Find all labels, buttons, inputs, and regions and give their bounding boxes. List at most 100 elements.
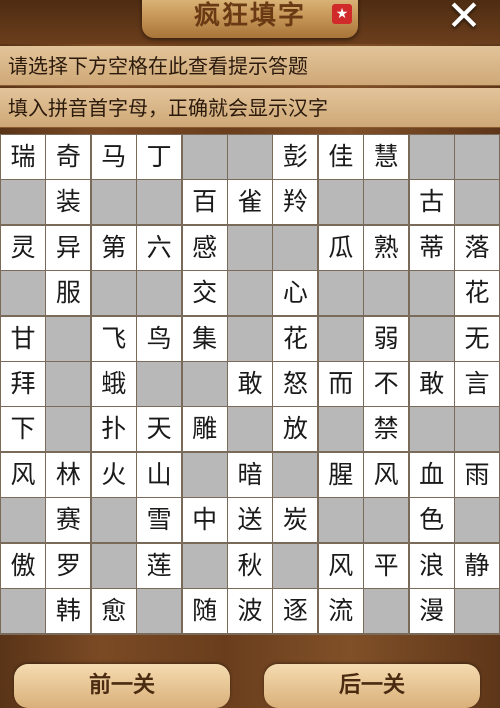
prev-level-button[interactable]: 前一关 [14, 664, 230, 708]
grid-cell-filled[interactable]: 莲 [137, 543, 182, 588]
grid-cell-filled[interactable]: 秋 [228, 543, 272, 588]
grid-cell-filled[interactable]: 心 [273, 271, 318, 316]
grid-cell-filled[interactable]: 古 [409, 180, 454, 225]
grid-cell-filled[interactable]: 血 [409, 452, 454, 497]
grid-cell-filled[interactable]: 鸟 [137, 316, 182, 361]
grid-cell-filled[interactable]: 佳 [318, 135, 363, 179]
grid-cell-filled[interactable]: 拜 [1, 362, 45, 406]
grid-cell-empty[interactable] [318, 407, 363, 452]
grid-cell-filled[interactable]: 扑 [91, 407, 136, 452]
grid-cell-empty[interactable] [137, 362, 182, 406]
grid-cell-filled[interactable]: 六 [137, 225, 182, 270]
grid-cell-empty[interactable] [91, 271, 136, 316]
grid-cell-filled[interactable]: 中 [182, 498, 227, 543]
grid-cell-filled[interactable]: 感 [182, 225, 227, 270]
grid-cell-filled[interactable]: 瓜 [318, 225, 363, 270]
grid-cell-filled[interactable]: 言 [455, 362, 499, 406]
grid-cell-empty[interactable] [364, 271, 409, 316]
grid-cell-empty[interactable] [409, 316, 454, 361]
grid-cell-filled[interactable]: 天 [137, 407, 182, 452]
grid-cell-filled[interactable]: 羚 [273, 180, 318, 225]
grid-cell-filled[interactable]: 风 [318, 543, 363, 588]
grid-cell-empty[interactable] [228, 316, 272, 361]
close-button[interactable]: ✕ [442, 0, 486, 38]
grid-cell-filled[interactable]: 炭 [273, 498, 318, 543]
grid-cell-filled[interactable]: 飞 [91, 316, 136, 361]
grid-cell-empty[interactable] [182, 362, 227, 406]
grid-cell-filled[interactable]: 山 [137, 452, 182, 497]
grid-cell-filled[interactable]: 落 [455, 225, 499, 270]
grid-cell-filled[interactable]: 火 [91, 452, 136, 497]
grid-cell-empty[interactable] [228, 225, 272, 270]
grid-cell-filled[interactable]: 平 [364, 543, 409, 588]
grid-cell-empty[interactable] [273, 543, 318, 588]
grid-cell-filled[interactable]: 丁 [137, 135, 182, 179]
grid-cell-empty[interactable] [182, 452, 227, 497]
grid-cell-filled[interactable]: 花 [455, 271, 499, 316]
grid-cell-empty[interactable] [455, 135, 499, 179]
grid-cell-empty[interactable] [318, 180, 363, 225]
grid-cell-filled[interactable]: 逐 [273, 589, 318, 633]
grid-cell-filled[interactable]: 无 [455, 316, 499, 361]
grid-cell-filled[interactable]: 韩 [46, 589, 91, 633]
grid-cell-filled[interactable]: 灵 [1, 225, 45, 270]
grid-cell-empty[interactable] [137, 180, 182, 225]
grid-cell-filled[interactable]: 腥 [318, 452, 363, 497]
grid-cell-filled[interactable]: 暗 [228, 452, 272, 497]
grid-cell-empty[interactable] [273, 225, 318, 270]
grid-cell-filled[interactable]: 流 [318, 589, 363, 633]
grid-cell-filled[interactable]: 静 [455, 543, 499, 588]
grid-cell-empty[interactable] [1, 589, 45, 633]
grid-cell-empty[interactable] [318, 498, 363, 543]
grid-cell-filled[interactable]: 百 [182, 180, 227, 225]
grid-cell-filled[interactable]: 雪 [137, 498, 182, 543]
grid-cell-filled[interactable]: 奇 [46, 135, 91, 179]
grid-cell-filled[interactable]: 装 [46, 180, 91, 225]
grid-cell-empty[interactable] [364, 180, 409, 225]
grid-cell-empty[interactable] [364, 498, 409, 543]
grid-cell-filled[interactable]: 交 [182, 271, 227, 316]
grid-cell-filled[interactable]: 花 [273, 316, 318, 361]
grid-cell-empty[interactable] [137, 271, 182, 316]
grid-cell-filled[interactable]: 马 [91, 135, 136, 179]
grid-cell-filled[interactable]: 弱 [364, 316, 409, 361]
grid-cell-empty[interactable] [91, 180, 136, 225]
grid-cell-filled[interactable]: 傲 [1, 543, 45, 588]
grid-cell-filled[interactable]: 慧 [364, 135, 409, 179]
grid-cell-empty[interactable] [1, 271, 45, 316]
grid-cell-filled[interactable]: 风 [364, 452, 409, 497]
grid-cell-filled[interactable]: 蛾 [91, 362, 136, 406]
grid-cell-filled[interactable]: 愈 [91, 589, 136, 633]
grid-cell-empty[interactable] [228, 271, 272, 316]
grid-cell-empty[interactable] [273, 452, 318, 497]
grid-cell-empty[interactable] [364, 589, 409, 633]
grid-cell-filled[interactable]: 雕 [182, 407, 227, 452]
grid-cell-filled[interactable]: 蒂 [409, 225, 454, 270]
grid-cell-empty[interactable] [318, 271, 363, 316]
grid-cell-empty[interactable] [182, 543, 227, 588]
grid-cell-filled[interactable]: 雨 [455, 452, 499, 497]
grid-cell-empty[interactable] [137, 589, 182, 633]
grid-cell-empty[interactable] [455, 589, 499, 633]
grid-cell-empty[interactable] [409, 271, 454, 316]
grid-cell-filled[interactable]: 敢 [228, 362, 272, 406]
grid-cell-filled[interactable]: 不 [364, 362, 409, 406]
grid-cell-filled[interactable]: 雀 [228, 180, 272, 225]
grid-cell-empty[interactable] [46, 316, 91, 361]
grid-cell-filled[interactable]: 彭 [273, 135, 318, 179]
grid-cell-empty[interactable] [228, 135, 272, 179]
grid-cell-empty[interactable] [228, 407, 272, 452]
grid-cell-filled[interactable]: 第 [91, 225, 136, 270]
grid-cell-empty[interactable] [91, 498, 136, 543]
grid-cell-filled[interactable]: 送 [228, 498, 272, 543]
grid-cell-filled[interactable]: 服 [46, 271, 91, 316]
grid-cell-filled[interactable]: 而 [318, 362, 363, 406]
grid-cell-filled[interactable]: 随 [182, 589, 227, 633]
grid-cell-empty[interactable] [91, 543, 136, 588]
grid-cell-filled[interactable]: 漫 [409, 589, 454, 633]
grid-cell-empty[interactable] [318, 316, 363, 361]
grid-cell-empty[interactable] [409, 135, 454, 179]
grid-cell-filled[interactable]: 禁 [364, 407, 409, 452]
grid-cell-filled[interactable]: 熟 [364, 225, 409, 270]
grid-cell-empty[interactable] [1, 498, 45, 543]
